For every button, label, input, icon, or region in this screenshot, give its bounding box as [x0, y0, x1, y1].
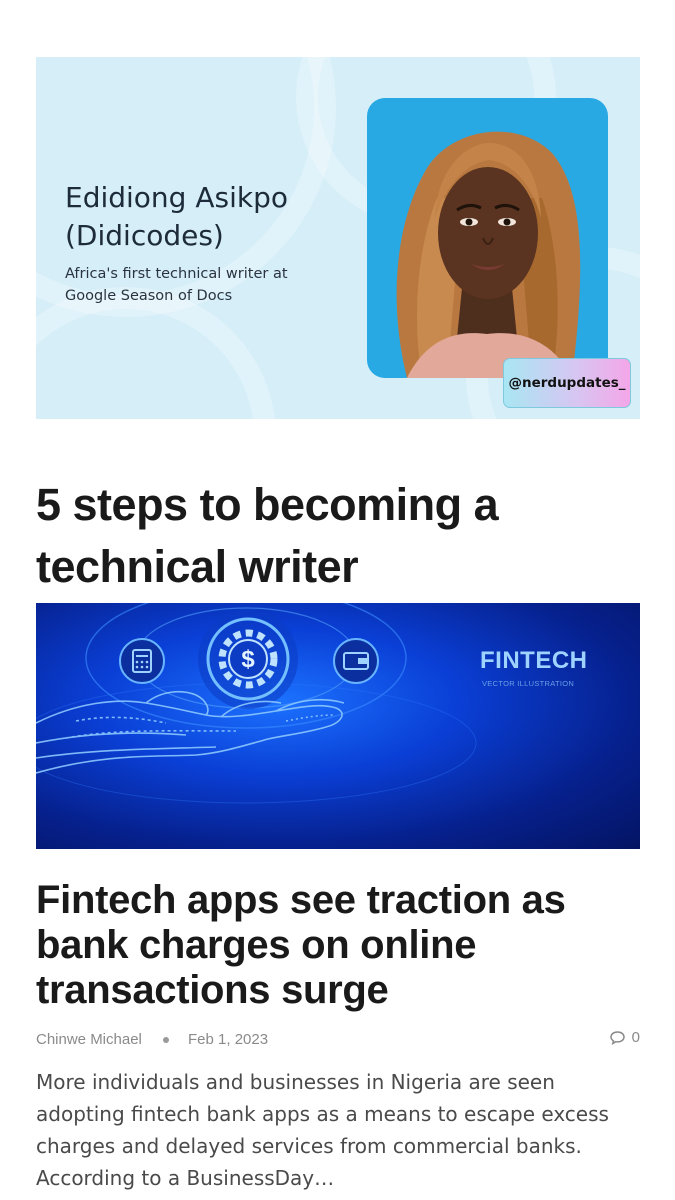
banner-name: Edidiong Asikpo (Didicodes)	[65, 179, 355, 255]
meta-separator-dot	[163, 1037, 169, 1043]
wallet-icon	[333, 638, 379, 684]
portrait-illustration	[396, 131, 581, 378]
comment-icon	[609, 1030, 625, 1045]
banner-subtitle-line-1: Africa's first technical writer at	[65, 266, 288, 282]
banner-subtitle-line-2: Google Season of Docs	[65, 288, 233, 304]
banner-name-line-2: (Didicodes)	[65, 219, 224, 252]
comments-link[interactable]: 0	[609, 1029, 640, 1046]
banner-name-line-1: Edidiong Asikpo	[65, 181, 288, 214]
handle-badge: @nerdupdates_	[503, 358, 631, 408]
post-1-banner-image[interactable]: Edidiong Asikpo (Didicodes) Africa's fir…	[36, 57, 640, 419]
dollar-gear-icon: $	[198, 609, 298, 709]
fintech-label: FINTECH	[480, 647, 588, 674]
fintech-sublabel: VECTOR ILLUSTRATION	[482, 679, 575, 688]
calculator-icon	[119, 638, 165, 684]
post-2-image[interactable]: $ FINTECH VECTOR ILLUSTRATION	[36, 603, 640, 849]
comment-count: 0	[631, 1029, 640, 1046]
fintech-illustration: $	[36, 603, 477, 804]
post-2-excerpt: More individuals and businesses in Niger…	[36, 1070, 609, 1190]
author-link[interactable]: Chinwe Michael	[36, 1031, 142, 1048]
post-2-title[interactable]: Fintech apps see traction as bank charge…	[36, 878, 646, 1013]
digital-hand-icon	[36, 690, 345, 774]
banner-subtitle: Africa's first technical writer at Googl…	[65, 263, 355, 307]
portrait-photo	[367, 98, 608, 378]
svg-text:$: $	[241, 646, 255, 673]
post-date: Feb 1, 2023	[188, 1031, 269, 1048]
post-1-title[interactable]: 5 steps to becoming a technical writer	[36, 474, 636, 598]
post-2-meta: Chinwe Michael Feb 1, 2023 0	[36, 1029, 640, 1051]
